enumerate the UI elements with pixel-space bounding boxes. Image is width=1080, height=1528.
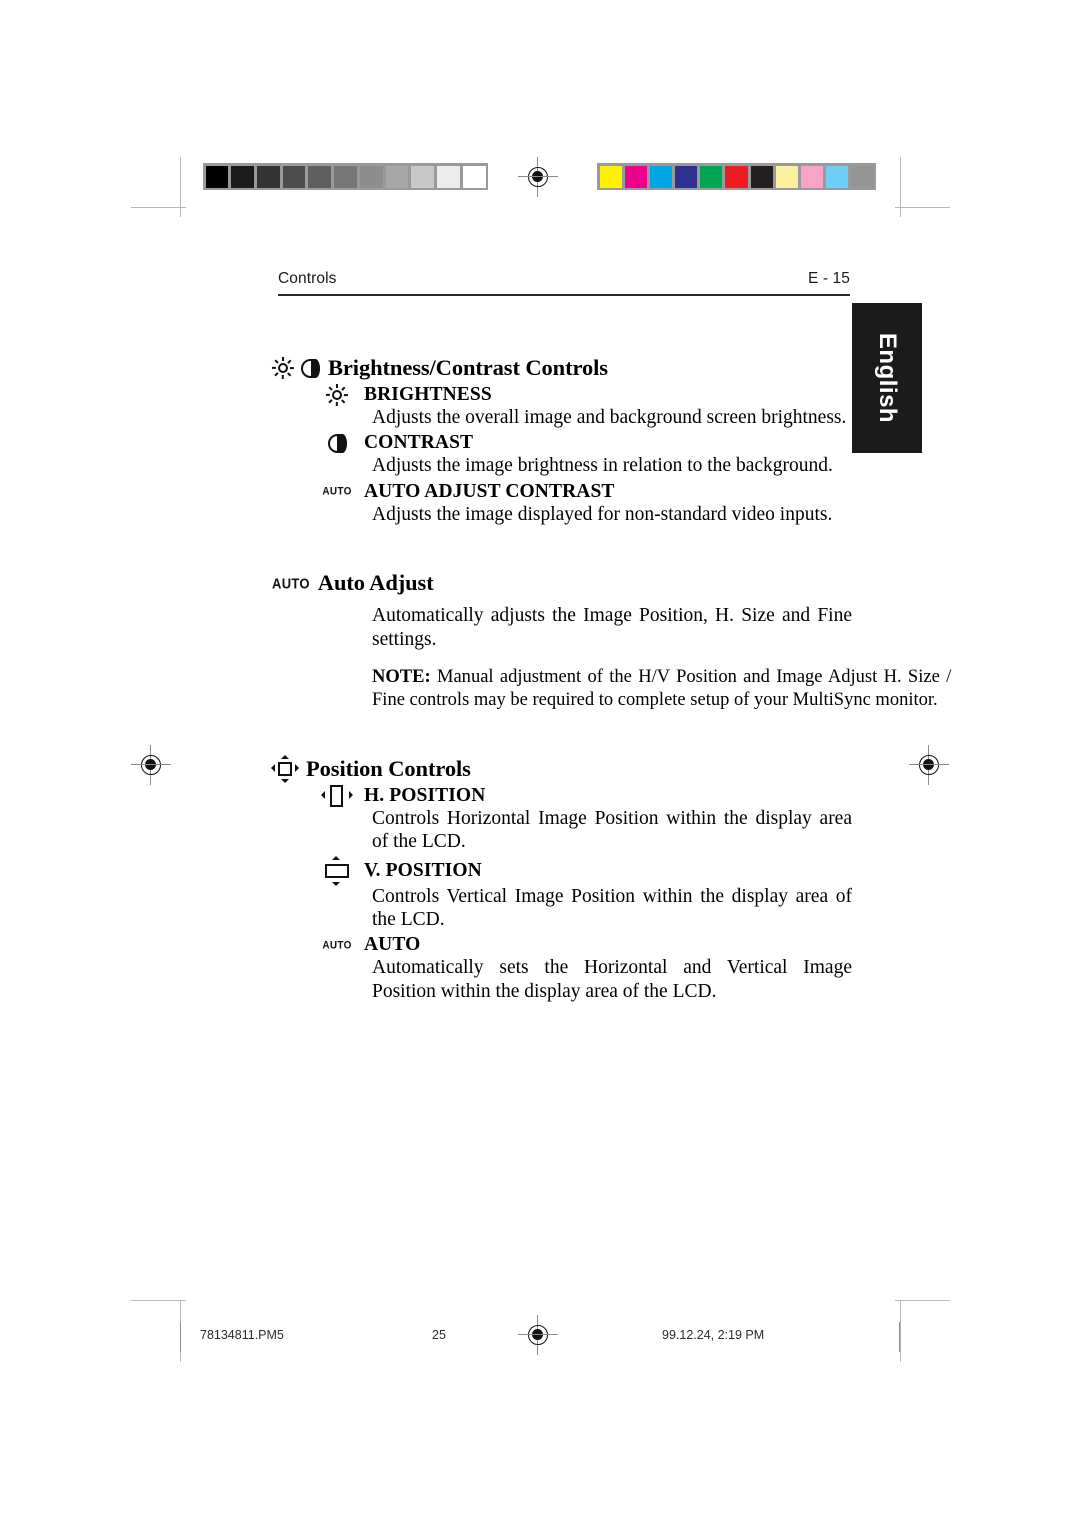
- color-swatch: [649, 165, 673, 188]
- contrast-halfcircle-icon: [327, 433, 347, 453]
- contrast-halfcircle-icon: [301, 358, 320, 378]
- grayscale-calibration-bar: [203, 163, 488, 190]
- registration-mark-left-icon: [131, 745, 171, 785]
- color-swatch: [801, 165, 824, 188]
- control-description: Controls Vertical Image Position within …: [372, 885, 852, 930]
- control-entry-heading: H. POSITION: [320, 784, 852, 807]
- control-entry-heading: AUTO AUTO ADJUST CONTRAST: [320, 481, 852, 503]
- registration-mark-top-icon: [518, 157, 558, 197]
- registration-mark-right-icon: [909, 745, 949, 785]
- footer-timestamp: 99.12.24, 2:19 PM: [662, 1328, 765, 1342]
- note-body: Manual adjustment of the H/V Position an…: [372, 665, 952, 711]
- control-label: V. POSITION: [364, 859, 482, 881]
- header-rule: [278, 294, 850, 296]
- section-title: Brightness/Contrast Controls: [328, 355, 608, 380]
- crop-line-top-left: [131, 207, 186, 208]
- control-label: CONTRAST: [364, 432, 474, 454]
- grayscale-swatch: [411, 165, 435, 188]
- control-entry-h-position: H. POSITION Controls Horizontal Image Po…: [272, 784, 852, 854]
- color-swatch: [675, 165, 698, 188]
- grayscale-swatch: [385, 165, 409, 188]
- grayscale-swatch: [231, 165, 254, 188]
- control-entry-contrast: CONTRAST Adjusts the image brightness in…: [272, 432, 852, 477]
- crop-line-bottom-left-h: [131, 1300, 186, 1301]
- color-swatch: [750, 165, 773, 188]
- control-entry-heading: V. POSITION: [320, 855, 852, 886]
- grayscale-swatch: [462, 165, 486, 188]
- color-swatch: [624, 165, 647, 188]
- control-description: Controls Horizontal Image Position withi…: [372, 807, 852, 853]
- grayscale-swatch: [308, 165, 332, 188]
- note-label: NOTE:: [372, 665, 431, 687]
- v-position-icon: [325, 855, 349, 886]
- footer-rule-right: [899, 1322, 900, 1352]
- grayscale-swatch: [437, 165, 460, 188]
- auto-adjust-note: NOTE: Manual adjustment of the H/V Posit…: [372, 665, 951, 712]
- color-swatch: [725, 165, 748, 188]
- crop-line-bottom-right-h: [895, 1300, 950, 1301]
- color-swatch: [599, 165, 622, 188]
- control-entry-heading: AUTO AUTO: [320, 934, 852, 956]
- section-heading-position-controls: Position Controls: [271, 754, 852, 783]
- control-label: AUTO: [364, 934, 421, 956]
- h-position-icon: [321, 784, 353, 807]
- footer-page-number: 25: [432, 1328, 446, 1342]
- control-entry-v-position: V. POSITION Controls Vertical Image Posi…: [272, 855, 852, 932]
- grayscale-swatch: [359, 165, 383, 188]
- control-entry-heading: CONTRAST: [320, 432, 852, 454]
- running-header: Controls E - 15: [278, 270, 850, 288]
- control-description: Adjusts the image displayed for non-stan…: [372, 503, 833, 525]
- position-4way-icon: [271, 754, 299, 783]
- document-page: Controls E - 15 English Brightness/Contr…: [0, 0, 1080, 1528]
- control-description: Adjusts the image brightness in relation…: [372, 455, 833, 477]
- footer-filename: 78134811.PM5: [200, 1328, 284, 1342]
- grayscale-swatch: [256, 165, 280, 188]
- language-tab-label: English: [874, 332, 902, 424]
- control-label: AUTO ADJUST CONTRAST: [364, 480, 615, 502]
- color-swatch: [775, 165, 798, 188]
- color-swatch: [851, 165, 874, 188]
- crop-line-left: [180, 157, 181, 217]
- control-entry-auto-adjust-contrast: AUTO AUTO ADJUST CONTRAST Adjusts the im…: [272, 481, 852, 526]
- section-heading-auto-adjust: AUTO Auto Adjust: [272, 570, 852, 596]
- control-entry-auto: AUTO AUTO Automatically sets the Horizon…: [272, 934, 852, 1003]
- section-title: Position Controls: [306, 755, 471, 781]
- auto-icon: AUTO: [322, 939, 352, 952]
- registration-mark-bottom-icon: [518, 1315, 558, 1355]
- auto-icon: AUTO: [272, 574, 310, 592]
- brightness-sun-icon: [326, 384, 349, 406]
- color-swatch: [700, 165, 723, 188]
- grayscale-swatch: [282, 165, 306, 188]
- header-section-label: Controls: [278, 270, 337, 287]
- control-description: Adjusts the overall image and background…: [372, 407, 847, 428]
- color-swatch: [826, 165, 849, 188]
- control-description: Automatically sets the Horizontal and Ve…: [372, 957, 852, 1002]
- control-label: H. POSITION: [364, 784, 486, 806]
- crop-line-right: [900, 157, 901, 217]
- language-tab: English: [852, 303, 922, 453]
- footer-rule-left: [180, 1322, 181, 1352]
- brightness-sun-icon: [272, 357, 295, 379]
- crop-line-top-right: [895, 207, 950, 208]
- auto-adjust-description: Automatically adjusts the Image Position…: [372, 605, 852, 650]
- page-number-label: E - 15: [808, 270, 850, 287]
- section-title: Auto Adjust: [317, 570, 434, 596]
- grayscale-swatch: [334, 165, 357, 188]
- control-entry-brightness: BRIGHTNESS Adjusts the overall image and…: [272, 384, 852, 429]
- section-heading-brightness-contrast: Brightness/Contrast Controls: [272, 355, 852, 381]
- control-entry-heading: BRIGHTNESS: [320, 384, 852, 406]
- crop-line-bottom-right: [900, 1300, 901, 1362]
- color-calibration-bar: [597, 163, 876, 190]
- page-content: Brightness/Contrast Controls BRIGHTNESS …: [271, 355, 951, 1003]
- grayscale-swatch: [205, 165, 229, 188]
- control-label: BRIGHTNESS: [364, 384, 492, 405]
- auto-icon: AUTO: [322, 485, 352, 498]
